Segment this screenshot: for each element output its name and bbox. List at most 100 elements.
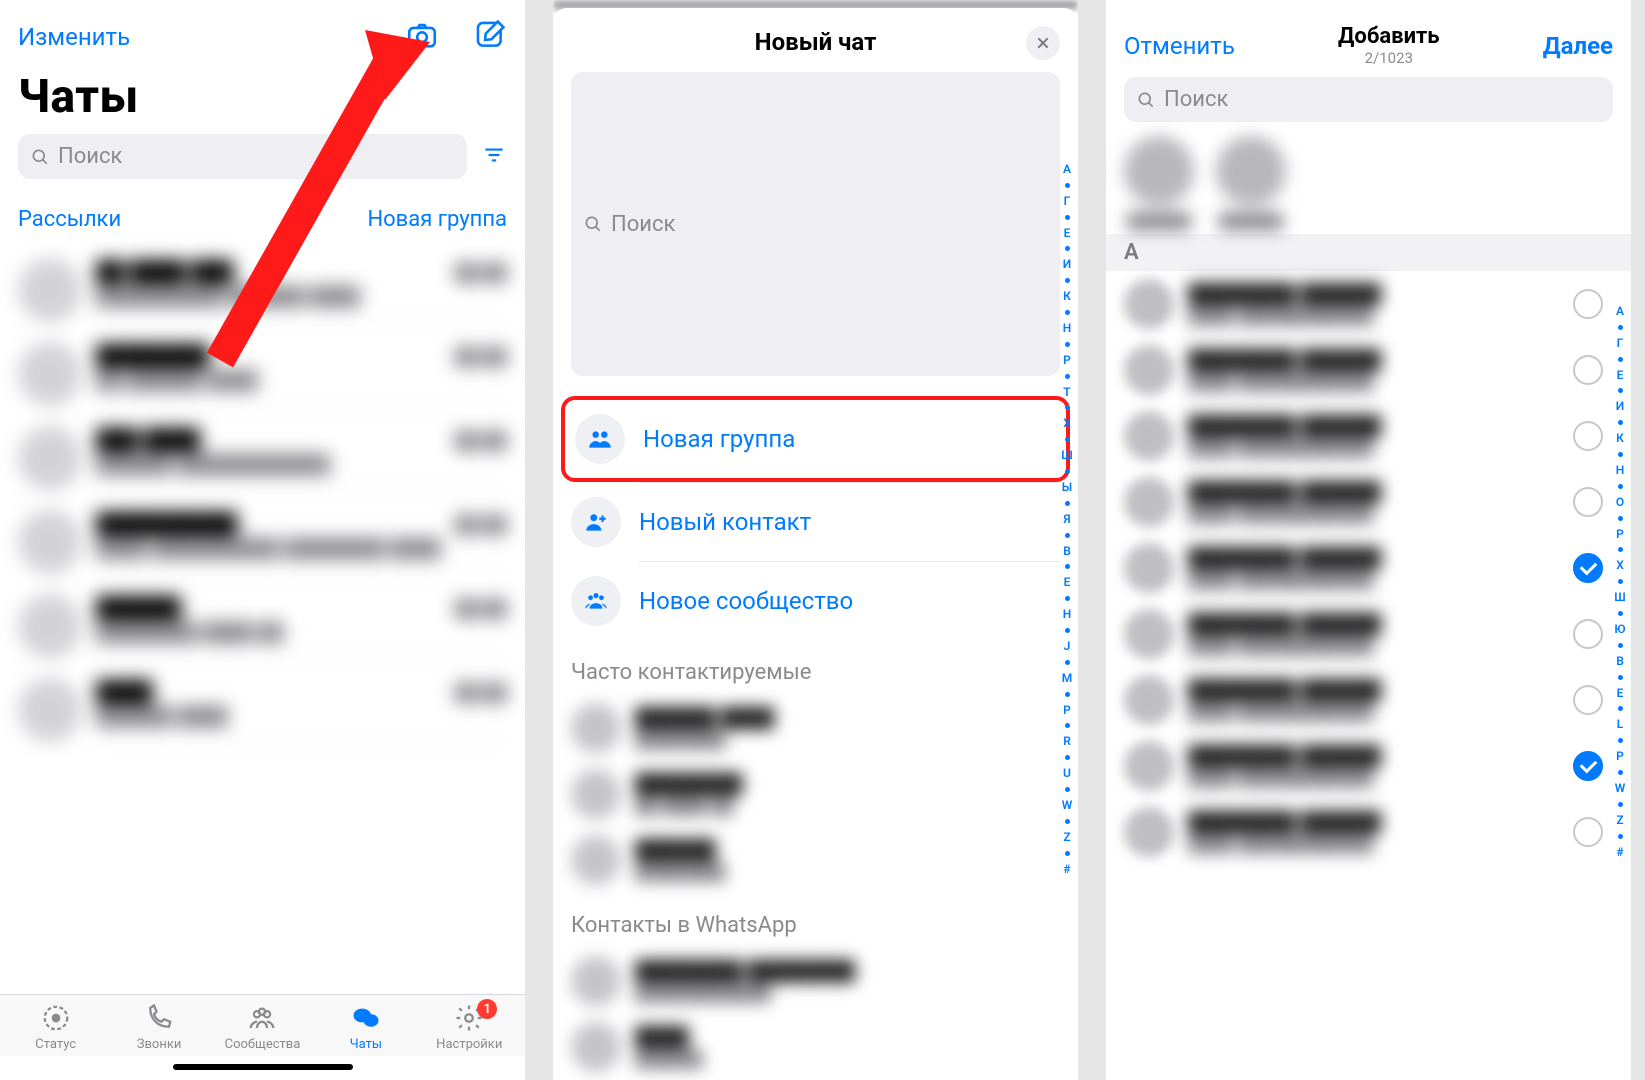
index-letter[interactable]: В xyxy=(1063,540,1071,563)
index-letter[interactable]: U xyxy=(1063,762,1071,785)
index-letter[interactable]: W xyxy=(1615,777,1626,800)
contact-item[interactable]: ██████ ████████████ xyxy=(553,695,1078,761)
new-group-link[interactable]: Новая группа xyxy=(367,207,507,232)
alphabet-index[interactable]: АГЕИКНРТХШЫЯВEHJMPRUWZ # xyxy=(1058,158,1076,1070)
checkbox-empty-icon[interactable] xyxy=(1573,487,1603,517)
index-letter[interactable]: R xyxy=(1063,730,1071,753)
contact-pick-row[interactable]: ████████ ██████████ ████████████ xyxy=(1106,337,1631,403)
contact-pick-row[interactable]: ████████ ██████████ ████████████ xyxy=(1106,403,1631,469)
next-button[interactable]: Далее xyxy=(1543,32,1613,60)
index-letter[interactable]: Т xyxy=(1063,381,1070,404)
index-letter[interactable]: Е xyxy=(1617,364,1624,387)
tab-communities[interactable]: Сообщества xyxy=(214,1003,310,1052)
checkbox-empty-icon[interactable] xyxy=(1573,817,1603,847)
index-letter[interactable]: P xyxy=(1063,699,1071,722)
index-letter[interactable]: К xyxy=(1063,285,1071,308)
index-letter[interactable]: H xyxy=(1063,603,1072,626)
index-letter[interactable]: Ш xyxy=(1614,586,1625,609)
index-letter[interactable]: Н xyxy=(1063,317,1072,340)
index-letter[interactable]: P xyxy=(1616,745,1624,768)
broadcasts-link[interactable]: Рассылки xyxy=(18,207,121,232)
contact-pick-row[interactable]: ████████ ██████████ ████████████ xyxy=(1106,469,1631,535)
chat-item[interactable]: ██████:████████ ████ xyxy=(0,668,525,752)
contact-item[interactable]: ████████ ████████████████████ xyxy=(553,948,1078,1014)
index-letter[interactable]: Х xyxy=(1616,554,1624,577)
index-letter[interactable]: Z xyxy=(1616,809,1623,832)
contact-texts: ████████ ██████████ ████████████ xyxy=(1188,810,1559,854)
checkbox-empty-icon[interactable] xyxy=(1573,421,1603,451)
action-new-group[interactable]: Новая группа xyxy=(575,400,1056,478)
contact-pick-row[interactable]: ████████ ██████████ ████████████ xyxy=(1106,667,1631,733)
contact-pick-row[interactable]: ████████ ██████████ ████████████ xyxy=(1106,799,1631,865)
index-letter[interactable]: Ы xyxy=(1062,476,1072,499)
index-letter[interactable]: И xyxy=(1616,395,1624,418)
selected-chip[interactable]: ██████ xyxy=(1124,136,1194,230)
chat-item[interactable]: ██ ████ █████:████████████ ██████ ████ xyxy=(0,248,525,332)
checkbox-checked-icon[interactable] xyxy=(1573,751,1603,781)
selected-chip[interactable]: ██████ xyxy=(1216,136,1286,230)
camera-icon[interactable] xyxy=(405,18,439,56)
compose-icon[interactable] xyxy=(473,18,507,56)
chat-item[interactable]: ████████:██████████ ████ ██ xyxy=(0,584,525,668)
index-letter[interactable]: Н xyxy=(1616,459,1625,482)
tab-chats[interactable]: Чаты xyxy=(318,1003,414,1052)
search-input[interactable]: Поиск xyxy=(18,134,467,179)
index-letter[interactable]: Г xyxy=(1617,332,1624,355)
index-letter[interactable]: А xyxy=(1063,158,1071,181)
alphabet-index[interactable]: АГЕИКНОРХШЮBELPWZ # xyxy=(1611,300,1629,1070)
screen-add-participants: Отменить Добавить 2/1023 Далее Поиск ███… xyxy=(1106,0,1631,1080)
index-letter[interactable]: Р xyxy=(1063,349,1071,372)
index-letter[interactable]: E xyxy=(1064,571,1071,594)
index-letter[interactable]: Я xyxy=(1063,508,1070,531)
index-letter[interactable]: Р xyxy=(1616,523,1624,546)
index-letter[interactable]: Ю xyxy=(1614,618,1625,641)
edit-button[interactable]: Изменить xyxy=(18,23,130,51)
index-letter[interactable]: Г xyxy=(1064,190,1071,213)
index-letter[interactable]: L xyxy=(1617,713,1624,736)
top-bar: Изменить xyxy=(0,0,525,64)
contact-pick-row[interactable]: ████████ ██████████ ████████████ xyxy=(1106,601,1631,667)
checkbox-empty-icon[interactable] xyxy=(1573,619,1603,649)
close-button[interactable] xyxy=(1026,26,1060,60)
selection-count: 2/1023 xyxy=(1338,49,1440,67)
index-letter[interactable]: # xyxy=(1063,858,1070,881)
index-letter[interactable]: О xyxy=(1616,491,1624,514)
contact-pick-row[interactable]: ████████ ██████████ ████████████ xyxy=(1106,271,1631,337)
checkbox-empty-icon[interactable] xyxy=(1573,685,1603,715)
index-letter[interactable]: И xyxy=(1063,253,1071,276)
search-input[interactable]: Поиск xyxy=(571,72,1060,376)
checkbox-checked-icon[interactable] xyxy=(1573,553,1603,583)
index-letter[interactable]: Х xyxy=(1063,412,1071,435)
index-letter[interactable]: E xyxy=(1617,682,1624,705)
index-letter[interactable]: Е xyxy=(1064,222,1071,245)
tab-settings[interactable]: Настройки 1 xyxy=(421,1003,517,1052)
contact-pick-row[interactable]: ████████ ██████████ ████████████ xyxy=(1106,535,1631,601)
checkbox-empty-icon[interactable] xyxy=(1573,355,1603,385)
chat-item[interactable]: ████████████:██████ ██████████ ████████ … xyxy=(0,500,525,584)
chat-item[interactable]: ███ ██████:████████ ████████████ xyxy=(0,416,525,500)
action-new-community[interactable]: Новое сообщество xyxy=(571,562,1060,640)
action-new-contact[interactable]: Новый контакт xyxy=(571,483,1060,561)
index-letter[interactable]: B xyxy=(1616,650,1624,673)
contact-item[interactable]: ██████████ xyxy=(553,1014,1078,1080)
search-input[interactable]: Поиск xyxy=(1124,77,1613,122)
contact-item[interactable]: ██████████ ████ ██ xyxy=(553,761,1078,827)
tab-status[interactable]: Статус xyxy=(8,1003,104,1052)
index-letter[interactable]: К xyxy=(1616,427,1624,450)
index-letter[interactable]: Z xyxy=(1063,826,1070,849)
filter-icon[interactable] xyxy=(481,142,507,172)
chat-item[interactable]: ██████████:████ ██████ ████ xyxy=(0,332,525,416)
index-letter[interactable]: # xyxy=(1616,841,1623,864)
index-dot xyxy=(1618,738,1623,743)
contact-pick-row[interactable]: ████████ ██████████ ████████████ xyxy=(1106,733,1631,799)
cancel-button[interactable]: Отменить xyxy=(1124,32,1235,60)
index-letter[interactable]: Ш xyxy=(1061,444,1072,467)
index-letter[interactable]: W xyxy=(1062,794,1073,817)
contact-texts: ████████ ██████████ ████████████ xyxy=(1188,612,1559,656)
tab-calls[interactable]: Звонки xyxy=(111,1003,207,1052)
contact-item[interactable]: ██████████████ xyxy=(553,827,1078,893)
checkbox-empty-icon[interactable] xyxy=(1573,289,1603,319)
index-letter[interactable]: M xyxy=(1062,667,1073,690)
index-letter[interactable]: А xyxy=(1616,300,1624,323)
index-letter[interactable]: J xyxy=(1064,635,1071,658)
